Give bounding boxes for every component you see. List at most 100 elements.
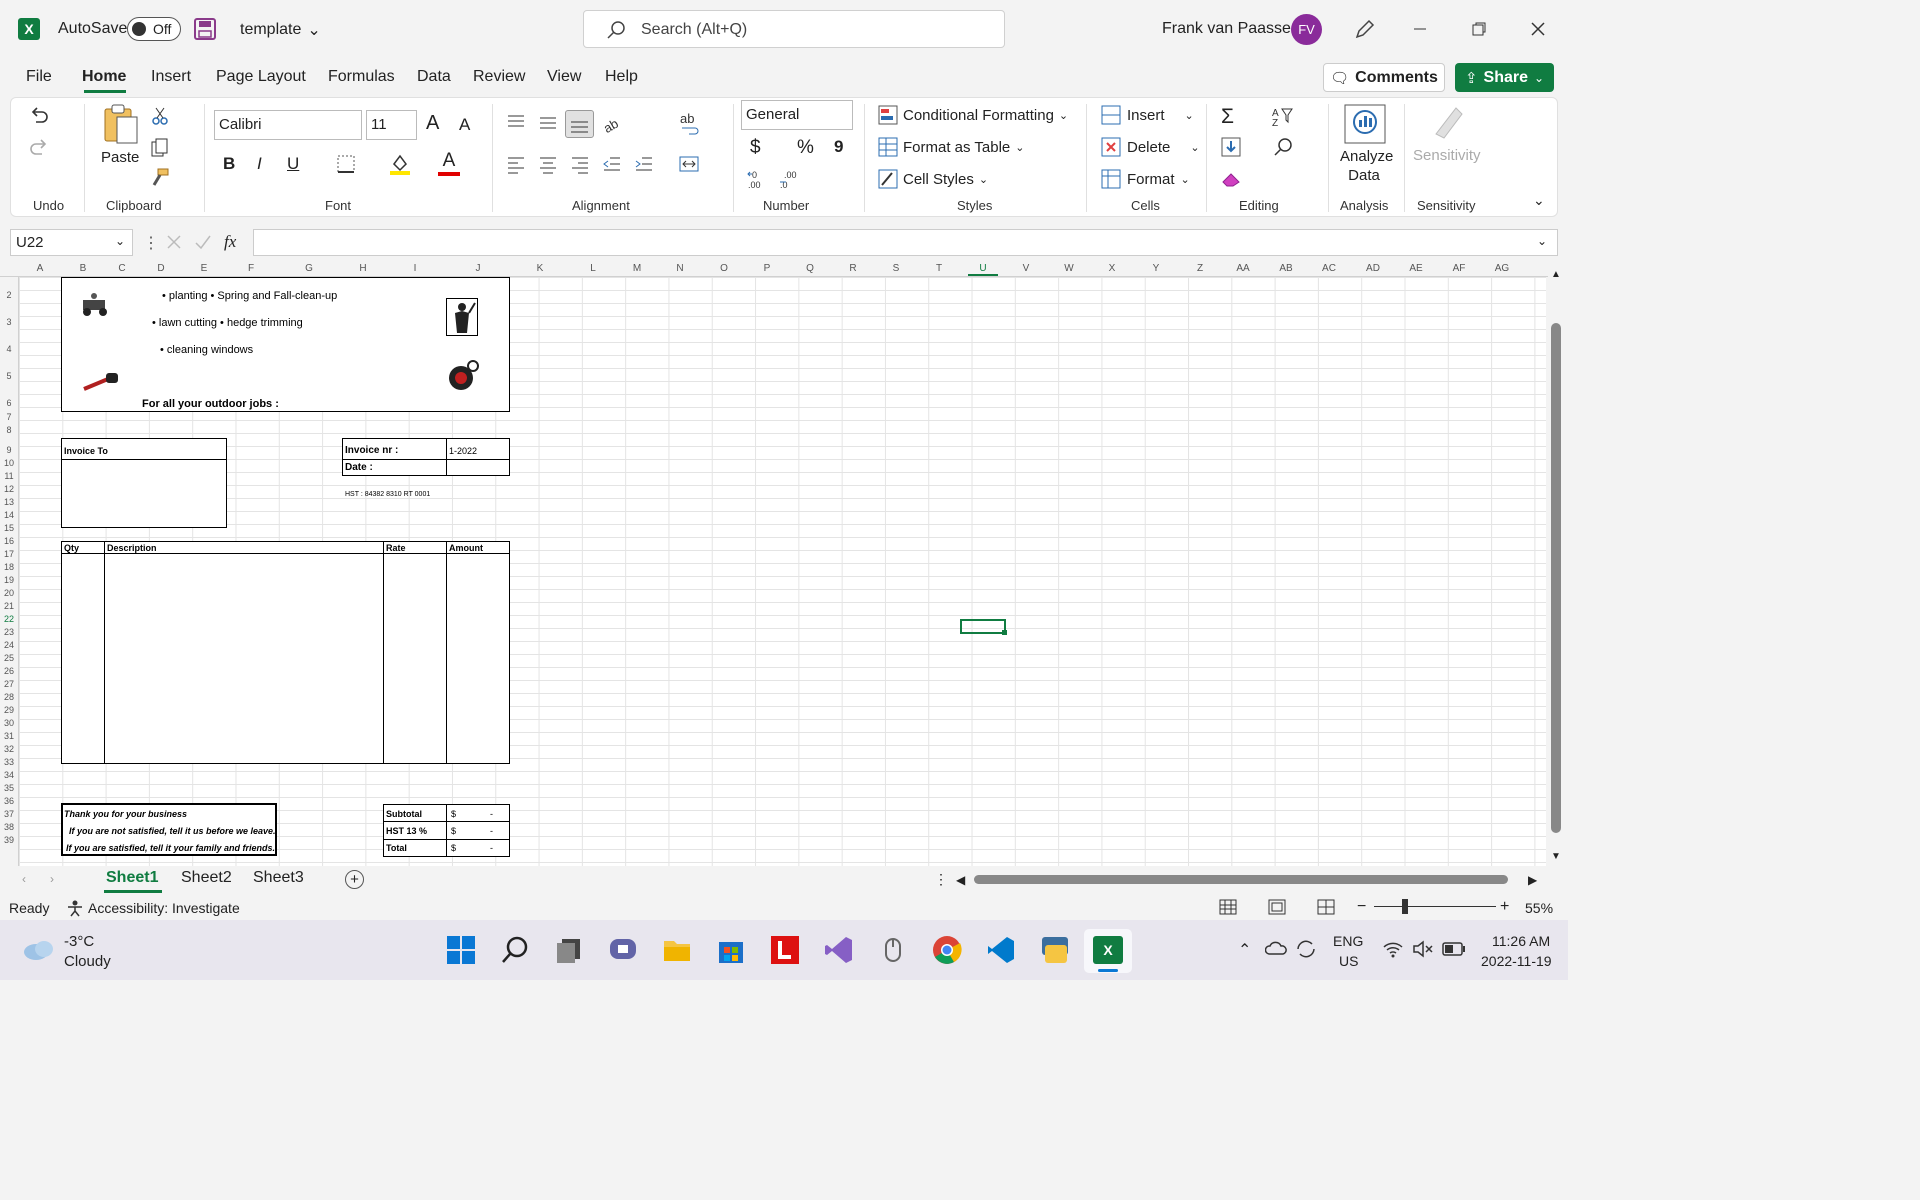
- column-header-g[interactable]: G: [294, 263, 324, 274]
- column-header-o[interactable]: O: [709, 263, 739, 274]
- column-header-u[interactable]: U: [968, 263, 998, 276]
- column-header-ae[interactable]: AE: [1401, 263, 1431, 274]
- pen-icon[interactable]: [1353, 17, 1377, 41]
- row-header-6[interactable]: 6: [0, 398, 18, 408]
- column-header-c[interactable]: C: [107, 263, 137, 274]
- language-indicator[interactable]: ENG: [1333, 933, 1363, 949]
- align-middle-icon[interactable]: [538, 112, 558, 132]
- row-header-13[interactable]: 13: [0, 497, 18, 507]
- page-break-view-icon[interactable]: [1317, 899, 1335, 915]
- row-header-34[interactable]: 34: [0, 770, 18, 780]
- formula-input[interactable]: ⌄: [253, 229, 1558, 256]
- clock-time[interactable]: 11:26 AM: [1492, 933, 1550, 949]
- tab-file[interactable]: File: [26, 68, 52, 86]
- tab-data[interactable]: Data: [417, 68, 451, 86]
- undo-icon[interactable]: [28, 104, 50, 126]
- row-header-32[interactable]: 32: [0, 744, 18, 754]
- more-options-icon[interactable]: ⋮: [934, 871, 948, 888]
- column-header-s[interactable]: S: [881, 263, 911, 274]
- grow-font-button[interactable]: A: [426, 112, 439, 135]
- paste-icon[interactable]: [101, 103, 139, 145]
- save-icon[interactable]: [194, 18, 216, 40]
- tab-page-layout[interactable]: Page Layout: [216, 68, 306, 86]
- column-header-b[interactable]: B: [68, 263, 98, 274]
- paste-button[interactable]: Paste: [101, 149, 139, 166]
- align-left-icon[interactable]: [506, 154, 526, 174]
- analyze-data-button[interactable]: Analyze Data: [1340, 147, 1393, 185]
- analyze-data-icon[interactable]: [1344, 104, 1386, 144]
- app-l-icon[interactable]: [770, 935, 800, 965]
- task-view-icon[interactable]: [554, 935, 584, 965]
- ribbon-collapse-icon[interactable]: ⌄: [1533, 192, 1545, 209]
- row-header-37[interactable]: 37: [0, 809, 18, 819]
- row-header-29[interactable]: 29: [0, 705, 18, 715]
- row-header-17[interactable]: 17: [0, 549, 18, 559]
- row-header-38[interactable]: 38: [0, 822, 18, 832]
- column-header-h[interactable]: H: [348, 263, 378, 274]
- row-header-3[interactable]: 3: [0, 317, 18, 327]
- row-header-31[interactable]: 31: [0, 731, 18, 741]
- column-header-v[interactable]: V: [1011, 263, 1041, 274]
- column-header-r[interactable]: R: [838, 263, 868, 274]
- delete-cells-button[interactable]: Delete ⌄: [1101, 137, 1200, 157]
- row-header-28[interactable]: 28: [0, 692, 18, 702]
- chevron-up-icon[interactable]: ⌃: [1238, 940, 1251, 960]
- row-header-22[interactable]: 22: [0, 614, 18, 624]
- weather-condition[interactable]: Cloudy: [64, 953, 111, 970]
- row-header-16[interactable]: 16: [0, 536, 18, 546]
- align-bottom-button[interactable]: [565, 110, 594, 138]
- visual-studio-icon[interactable]: [824, 935, 854, 965]
- column-header-j[interactable]: J: [463, 263, 493, 274]
- scroll-right-icon[interactable]: ›: [50, 872, 54, 886]
- vertical-scrollbar[interactable]: ▲ ▼: [1548, 263, 1568, 866]
- mouse-icon[interactable]: [878, 935, 908, 965]
- file-explorer-icon[interactable]: [662, 935, 692, 965]
- row-header-27[interactable]: 27: [0, 679, 18, 689]
- share-button[interactable]: ⇪ Share ⌄: [1455, 63, 1554, 92]
- search-icon[interactable]: [500, 935, 530, 965]
- decrease-decimal-icon[interactable]: .00.0: [778, 168, 802, 190]
- row-header-35[interactable]: 35: [0, 783, 18, 793]
- search-box[interactable]: Search (Alt+Q): [583, 10, 1005, 48]
- font-name-select[interactable]: Calibri: [214, 110, 362, 140]
- column-header-l[interactable]: L: [578, 263, 608, 274]
- zoom-level[interactable]: 55%: [1525, 900, 1553, 916]
- clock-date[interactable]: 2022-11-19: [1481, 953, 1552, 969]
- sort-filter-icon[interactable]: AZ: [1272, 106, 1294, 126]
- italic-button[interactable]: I: [257, 154, 262, 174]
- row-header-7[interactable]: 7: [0, 412, 18, 422]
- scroll-thumb[interactable]: [1551, 323, 1561, 833]
- insert-cells-button[interactable]: Insert ⌄: [1101, 105, 1194, 125]
- horizontal-scroll-thumb[interactable]: [974, 875, 1508, 884]
- column-header-n[interactable]: N: [665, 263, 695, 274]
- sheet-tab-1[interactable]: Sheet1: [106, 869, 158, 887]
- row-header-21[interactable]: 21: [0, 601, 18, 611]
- comments-button[interactable]: 🗨 Comments: [1323, 63, 1445, 92]
- wrap-text-icon[interactable]: ab: [679, 112, 701, 136]
- hscroll-right-icon[interactable]: ▶: [1528, 873, 1537, 887]
- find-select-icon[interactable]: [1272, 137, 1294, 157]
- add-sheet-button[interactable]: +: [345, 870, 364, 889]
- row-header-24[interactable]: 24: [0, 640, 18, 650]
- number-format-select[interactable]: General: [741, 100, 853, 130]
- tab-help[interactable]: Help: [605, 68, 638, 86]
- tab-view[interactable]: View: [547, 68, 581, 86]
- fill-color-icon[interactable]: [389, 152, 411, 176]
- conditional-formatting-button[interactable]: Conditional Formatting ⌄: [878, 105, 1068, 125]
- format-as-table-button[interactable]: Format as Table ⌄: [878, 137, 1025, 157]
- column-header-w[interactable]: W: [1054, 263, 1084, 274]
- cell-styles-button[interactable]: Cell Styles ⌄: [878, 169, 988, 189]
- align-center-icon[interactable]: [538, 154, 558, 174]
- column-header-e[interactable]: E: [189, 263, 219, 274]
- tab-formulas[interactable]: Formulas: [328, 68, 395, 86]
- autosave-toggle[interactable]: Off: [127, 17, 181, 41]
- sheet-tab-3[interactable]: Sheet3: [253, 869, 304, 887]
- scroll-up-icon[interactable]: ▲: [1551, 269, 1561, 280]
- column-header-z[interactable]: Z: [1185, 263, 1215, 274]
- tab-insert[interactable]: Insert: [151, 68, 191, 86]
- copy-icon[interactable]: [150, 138, 172, 158]
- column-header-ag[interactable]: AG: [1487, 263, 1517, 274]
- clear-icon[interactable]: [1221, 170, 1243, 188]
- weather-temperature[interactable]: -3°C: [64, 933, 94, 950]
- fill-handle[interactable]: [1002, 630, 1007, 635]
